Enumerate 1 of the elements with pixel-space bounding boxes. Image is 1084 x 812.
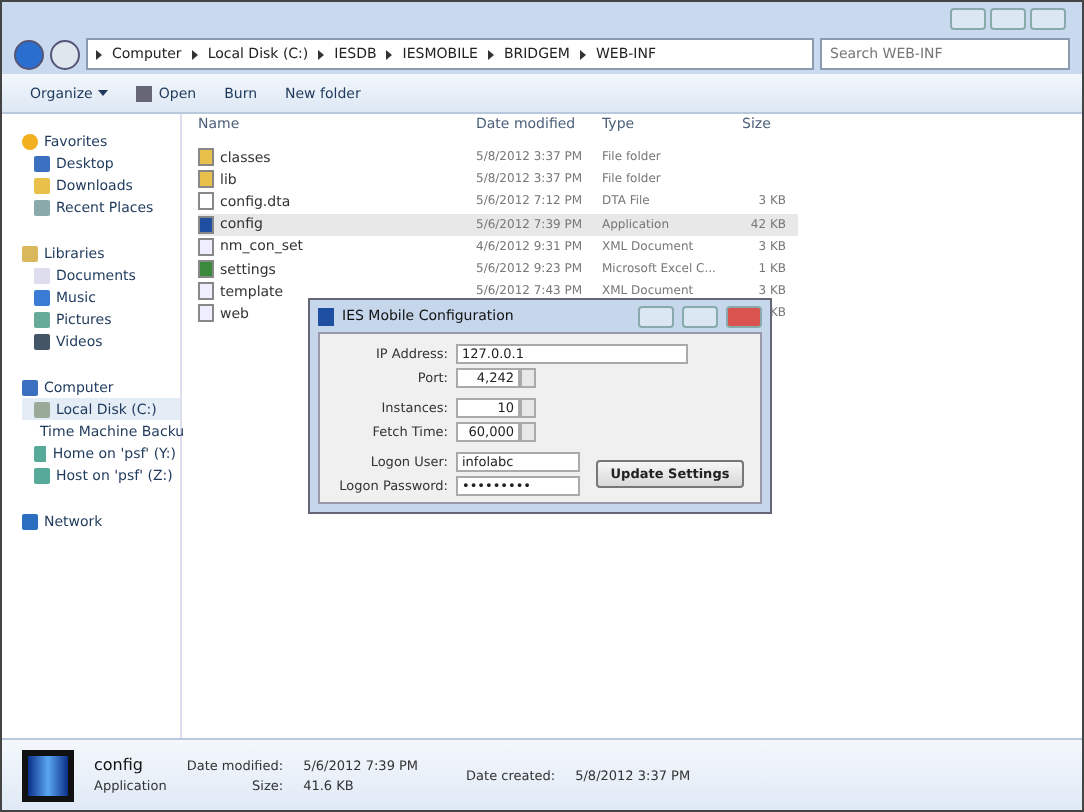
file-name: config bbox=[94, 756, 145, 774]
